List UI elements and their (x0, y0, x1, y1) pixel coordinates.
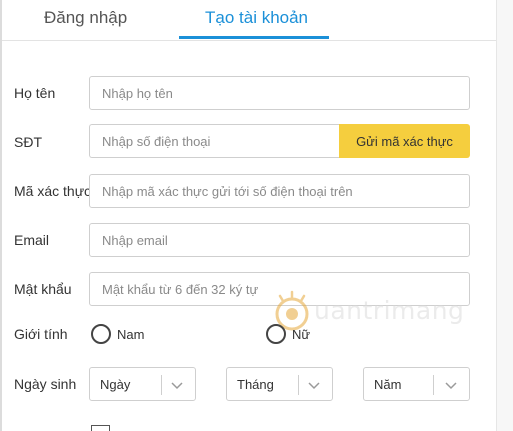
email-input[interactable] (90, 224, 469, 256)
chevron-down-icon[interactable] (444, 378, 458, 392)
phone-label: SĐT (14, 134, 42, 150)
gender-label: Giới tính (14, 326, 68, 342)
password-input[interactable] (90, 273, 469, 305)
birth-day-select[interactable]: Ngày (89, 367, 196, 401)
birth-year-value: Năm (374, 377, 402, 392)
email-label: Email (14, 232, 50, 248)
gender-radio-male[interactable]: Nam (91, 324, 144, 344)
radio-circle[interactable] (91, 324, 111, 344)
otp-label: Mã xác thực (14, 183, 92, 199)
birth-month-select[interactable]: Tháng (226, 367, 333, 401)
otp-field-wrapper (89, 174, 470, 208)
fullname-input[interactable] (90, 77, 469, 109)
email-field-wrapper (89, 223, 470, 257)
gender-radio-female[interactable]: Nữ (266, 324, 310, 344)
tab-register[interactable]: Tạo tài khoản (205, 8, 308, 28)
terms-checkbox[interactable] (91, 425, 110, 431)
frame-left-border (0, 0, 2, 431)
fullname-label: Họ tên (14, 85, 56, 101)
auth-tabs: Đăng nhập Tạo tài khoản (2, 0, 496, 41)
radio-circle[interactable] (266, 324, 286, 344)
send-otp-button[interactable]: Gửi mã xác thực (339, 124, 470, 158)
birth-year-select[interactable]: Năm (363, 367, 470, 401)
password-field-wrapper (89, 272, 470, 306)
tab-login[interactable]: Đăng nhập (44, 8, 127, 28)
gender-male-label: Nam (117, 326, 145, 342)
otp-input[interactable] (90, 175, 469, 207)
gender-female-label: Nữ (292, 326, 311, 342)
birth-month-value: Tháng (237, 377, 274, 392)
select-divider (433, 375, 434, 395)
chevron-down-icon[interactable] (307, 378, 321, 392)
scrollbar-track[interactable] (497, 0, 513, 431)
birth-day-value: Ngày (100, 377, 131, 392)
active-tab-indicator (179, 36, 329, 39)
phone-field-wrapper (89, 124, 339, 158)
select-divider (161, 375, 162, 395)
chevron-down-icon[interactable] (170, 378, 184, 392)
phone-input[interactable] (90, 125, 339, 157)
select-divider (298, 375, 299, 395)
birthday-label: Ngày sinh (14, 376, 77, 392)
password-label: Mật khẩu (14, 281, 72, 297)
fullname-field-wrapper (89, 76, 470, 110)
